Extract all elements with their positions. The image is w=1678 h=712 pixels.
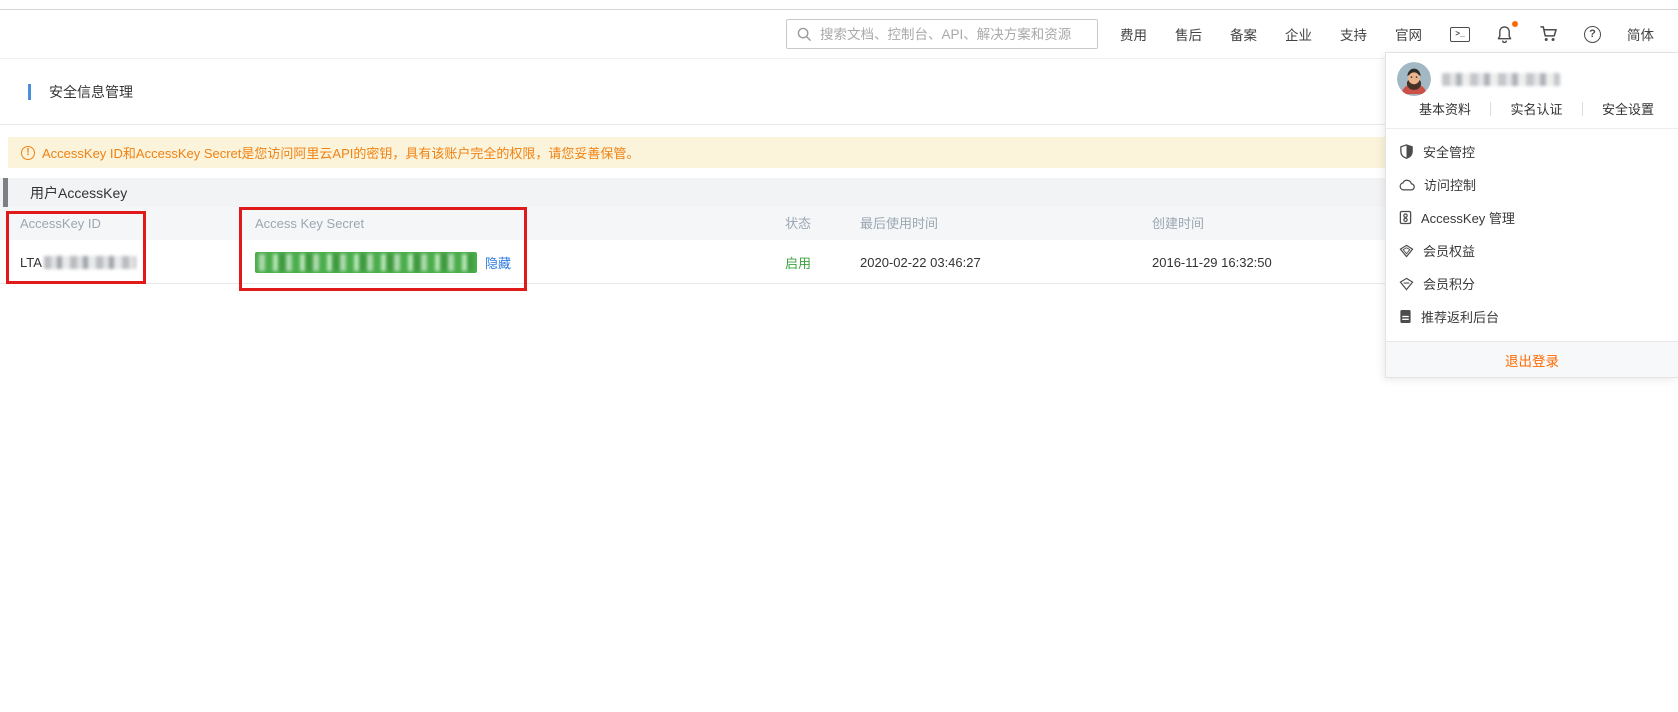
- divider: [1581, 101, 1583, 116]
- console-terminal-button[interactable]: >_: [1450, 26, 1470, 42]
- search-input[interactable]: [820, 26, 1087, 42]
- menu-item-ram-access-control[interactable]: 访问控制: [1386, 168, 1678, 201]
- notification-dot: [1512, 21, 1518, 27]
- realname-verification-link[interactable]: 实名认证: [1510, 99, 1562, 118]
- aliyun-console-screen: 费用 售后 备案 企业 支持 官网 >_: [0, 0, 1678, 712]
- menu-item-security-control[interactable]: 安全管控: [1386, 135, 1678, 168]
- dropdown-profile-header: 基本资料 实名认证 安全设置: [1386, 53, 1678, 129]
- nav-item-enterprise[interactable]: 企业: [1285, 24, 1312, 44]
- title-accent-bar: [28, 84, 31, 100]
- language-switcher[interactable]: 简体: [1627, 24, 1654, 44]
- annotation-box-accesskey-secret: [239, 207, 527, 291]
- search-icon: [797, 27, 812, 41]
- notifications-button[interactable]: [1496, 21, 1518, 43]
- menu-item-accesskey-management[interactable]: AccessKey 管理: [1386, 201, 1678, 234]
- nav-item-billing[interactable]: 费用: [1120, 24, 1147, 44]
- last-used-time: 2020-02-22 03:46:27: [860, 254, 981, 270]
- page-title: 安全信息管理: [28, 82, 133, 102]
- help-button[interactable]: ?: [1584, 25, 1601, 43]
- terminal-icon: >_: [1450, 26, 1470, 42]
- menu-item-member-benefits[interactable]: 会员权益: [1386, 234, 1678, 267]
- security-settings-link[interactable]: 安全设置: [1602, 99, 1654, 118]
- global-search[interactable]: [786, 19, 1098, 49]
- annotation-box-accesskey-id: [6, 211, 146, 284]
- dropdown-footer: 退出登录: [1386, 341, 1678, 377]
- cloud-icon: [1399, 179, 1415, 191]
- user-avatar-large: [1397, 62, 1431, 96]
- warning-icon: !: [21, 145, 35, 160]
- section-title: 用户AccessKey: [30, 184, 128, 201]
- col-header-created: 创建时间: [1152, 216, 1205, 231]
- account-dropdown-panel: 基本资料 实名认证 安全设置 安全管控 访问控制 AccessKey 管理 会员…: [1385, 52, 1678, 378]
- profile-basic-info-link[interactable]: 基本资料: [1419, 99, 1471, 118]
- avatar-image: [1397, 62, 1431, 96]
- nav-item-icp[interactable]: 备案: [1230, 24, 1257, 44]
- help-icon: ?: [1584, 25, 1601, 43]
- col-header-status: 状态: [785, 216, 812, 231]
- username-redacted-blur: [1442, 73, 1560, 86]
- bell-icon: [1497, 26, 1512, 43]
- created-time: 2016-11-29 16:32:50: [1152, 254, 1272, 270]
- diamond-icon: [1399, 244, 1414, 258]
- menu-item-referral-rebate[interactable]: 推荐返利后台: [1386, 300, 1678, 333]
- divider: [1490, 101, 1492, 116]
- cart-icon: [1540, 26, 1557, 42]
- accesskey-icon: [1399, 210, 1412, 225]
- col-header-last-used: 最后使用时间: [860, 216, 939, 231]
- nav-item-website[interactable]: 官网: [1395, 24, 1422, 44]
- logout-button[interactable]: 退出登录: [1505, 350, 1559, 370]
- cart-button[interactable]: [1539, 25, 1558, 43]
- nav-item-support[interactable]: 支持: [1340, 24, 1367, 44]
- menu-item-member-points[interactable]: 会员积分: [1386, 267, 1678, 300]
- section-accent-bar: [3, 178, 8, 207]
- dropdown-menu: 安全管控 访问控制 AccessKey 管理 会员权益 会员积分 推荐返利后台: [1386, 135, 1678, 333]
- shield-icon: [1400, 144, 1413, 159]
- warning-text: AccessKey ID和AccessKey Secret是您访问阿里云API的…: [42, 146, 640, 161]
- page-title-text: 安全信息管理: [49, 84, 133, 100]
- status-badge: 启用: [785, 255, 812, 271]
- points-icon: [1399, 277, 1414, 291]
- nav-item-aftersale[interactable]: 售后: [1175, 24, 1202, 44]
- rebate-icon: [1400, 310, 1411, 323]
